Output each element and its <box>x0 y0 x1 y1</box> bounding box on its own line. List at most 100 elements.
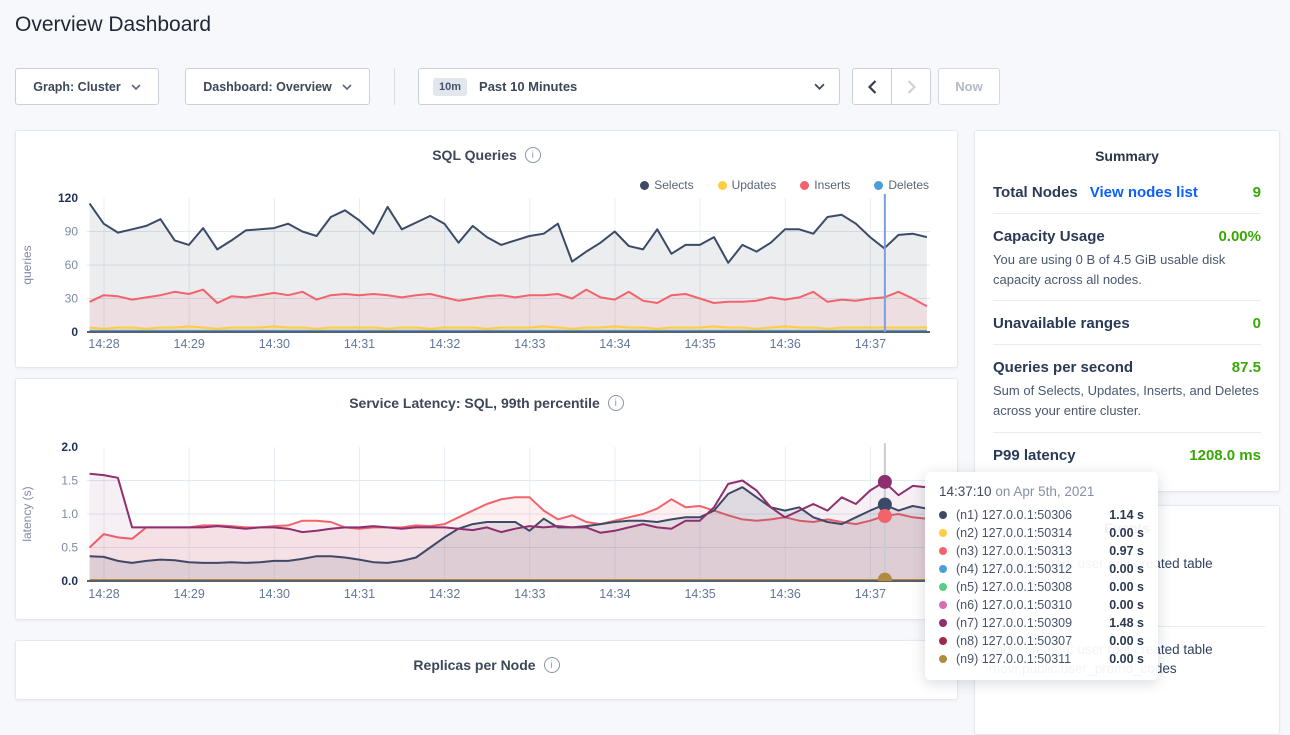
y-tick-label: 1.0 <box>61 507 78 521</box>
summary-metric-value: 87.5 <box>1232 359 1261 376</box>
x-tick-label: 14:31 <box>344 587 375 601</box>
chevron-left-icon <box>868 80 877 94</box>
time-back-button[interactable] <box>852 68 892 105</box>
summary-panel: Summary Total NodesView nodes list9Capac… <box>974 130 1280 492</box>
y-tick-label: 1.5 <box>61 474 78 488</box>
x-tick-label: 14:30 <box>259 587 290 601</box>
summary-metric-value: 0 <box>1253 315 1261 332</box>
tooltip-rows: (n1) 127.0.0.1:503061.14 s(n2) 127.0.0.1… <box>939 506 1144 668</box>
chevron-down-icon <box>342 84 352 90</box>
summary-metric-row: Unavailable ranges 0 <box>993 301 1261 334</box>
series-dot-icon <box>939 619 947 627</box>
x-tick-label: 14:32 <box>429 587 460 601</box>
sql-queries-chart[interactable]: 030609012014:2814:2914:3014:3114:3214:33… <box>17 191 958 365</box>
tooltip-date: on Apr 5th, 2021 <box>992 484 1095 499</box>
y-tick-label: 0.5 <box>61 541 78 555</box>
page-title: Overview Dashboard <box>15 13 211 37</box>
y-tick-label: 2.0 <box>61 440 78 454</box>
chart-title-text: Replicas per Node <box>413 657 535 673</box>
summary-metric: P99 latency1208.0 ms <box>993 433 1261 466</box>
summary-metric-description: Sum of Selects, Updates, Inserts, and De… <box>993 381 1261 421</box>
summary-metric-label: Capacity Usage <box>993 228 1105 245</box>
latency-chart[interactable]: 0.00.51.01.52.014:2814:2914:3014:3114:32… <box>17 431 958 621</box>
tooltip-node-row: (n7) 127.0.0.1:503091.48 s <box>939 614 1144 632</box>
series-dot-icon <box>939 511 947 519</box>
dashboard-selector-dropdown[interactable]: Dashboard: Overview <box>185 68 370 105</box>
x-tick-label: 14:33 <box>514 587 545 601</box>
dashboard-selector-label: Dashboard: Overview <box>203 80 332 94</box>
x-tick-label: 14:35 <box>684 587 715 601</box>
summary-rows: Total NodesView nodes list9Capacity Usag… <box>975 170 1279 466</box>
graph-selector-dropdown[interactable]: Graph: Cluster <box>15 68 159 105</box>
y-tick-label: 120 <box>58 191 78 205</box>
summary-metric-row: Queries per second 87.5 <box>993 345 1261 378</box>
chevron-right-icon <box>907 80 916 94</box>
summary-title: Summary <box>975 131 1279 170</box>
chart-title-text: Service Latency: SQL, 99th percentile <box>349 395 600 411</box>
y-axis-title: queries <box>20 245 34 284</box>
info-icon[interactable]: i <box>608 395 624 411</box>
x-tick-label: 14:29 <box>174 337 205 351</box>
info-icon[interactable]: i <box>544 657 560 673</box>
tooltip-node-value: 0.00 s <box>1109 598 1144 612</box>
legend-item[interactable]: Selects <box>640 178 693 192</box>
legend-item[interactable]: Deletes <box>874 178 929 192</box>
tooltip-node-value: 0.00 s <box>1109 580 1144 594</box>
tooltip-node-address: (n8) 127.0.0.1:50307 <box>956 634 1072 648</box>
info-icon[interactable]: i <box>525 147 541 163</box>
legend-item[interactable]: Inserts <box>800 178 850 192</box>
legend-dot-icon <box>640 181 649 190</box>
legend-label: Updates <box>732 178 777 192</box>
tooltip-node-address: (n6) 127.0.0.1:50310 <box>956 598 1072 612</box>
time-range-picker[interactable]: 10m Past 10 Minutes <box>418 68 840 105</box>
x-tick-label: 14:34 <box>599 337 630 351</box>
summary-metric-row: Total NodesView nodes list9 <box>993 170 1261 203</box>
toolbar-divider <box>394 68 395 105</box>
hover-dot <box>878 475 892 489</box>
sql-queries-title: SQL Queries i <box>16 147 957 163</box>
now-button[interactable]: Now <box>938 68 1000 105</box>
legend-dot-icon <box>800 181 809 190</box>
series-dot-icon <box>939 565 947 573</box>
time-forward-button[interactable] <box>891 68 931 105</box>
series-dot-icon <box>939 601 947 609</box>
tooltip-header: 14:37:10 on Apr 5th, 2021 <box>939 484 1144 499</box>
x-tick-label: 14:36 <box>770 337 801 351</box>
summary-metric-value: 0.00% <box>1218 228 1261 245</box>
y-tick-label: 0.0 <box>61 574 78 588</box>
service-latency-title: Service Latency: SQL, 99th percentile i <box>16 395 957 411</box>
graph-selector-label: Graph: Cluster <box>33 80 121 94</box>
x-tick-label: 14:37 <box>855 587 886 601</box>
legend-label: Selects <box>654 178 693 192</box>
x-tick-label: 14:35 <box>684 337 715 351</box>
summary-metric-description: You are using 0 B of 4.5 GiB usable disk… <box>993 250 1261 290</box>
x-tick-label: 14:30 <box>259 337 290 351</box>
chevron-down-icon <box>814 83 825 90</box>
x-tick-label: 14:37 <box>855 337 886 351</box>
x-tick-label: 14:36 <box>770 587 801 601</box>
summary-metric-label: Queries per second <box>993 359 1133 376</box>
summary-metric: Capacity Usage 0.00% You are using 0 B of … <box>993 214 1261 290</box>
time-range-badge: 10m <box>433 78 467 96</box>
tooltip-node-address: (n4) 127.0.0.1:50312 <box>956 562 1072 576</box>
tooltip-node-row: (n3) 127.0.0.1:503130.97 s <box>939 542 1144 560</box>
tooltip-node-address: (n5) 127.0.0.1:50308 <box>956 580 1072 594</box>
tooltip-node-value: 0.00 s <box>1109 634 1144 648</box>
chart-hover-tooltip: 14:37:10 on Apr 5th, 2021 (n1) 127.0.0.1… <box>925 472 1158 680</box>
time-nav-group <box>852 68 931 105</box>
y-axis-title: latency (s) <box>20 486 34 541</box>
legend-item[interactable]: Updates <box>718 178 777 192</box>
summary-metric: Queries per second 87.5 Sum of Selects, Up… <box>993 345 1261 421</box>
tooltip-node-row: (n9) 127.0.0.1:503110.00 s <box>939 650 1144 668</box>
summary-metric-label: Total Nodes <box>993 184 1078 201</box>
tooltip-node-value: 1.48 s <box>1109 616 1144 630</box>
chevron-down-icon <box>131 84 141 90</box>
tooltip-node-address: (n9) 127.0.0.1:50311 <box>956 652 1071 666</box>
legend-dot-icon <box>718 181 727 190</box>
tooltip-node-value: 1.14 s <box>1109 508 1144 522</box>
view-nodes-list-link[interactable]: View nodes list <box>1090 184 1198 201</box>
tooltip-time: 14:37:10 <box>939 484 992 499</box>
y-tick-label: 90 <box>65 225 79 239</box>
tooltip-node-value: 0.00 s <box>1109 562 1144 576</box>
summary-metric-label: Unavailable ranges <box>993 315 1130 332</box>
